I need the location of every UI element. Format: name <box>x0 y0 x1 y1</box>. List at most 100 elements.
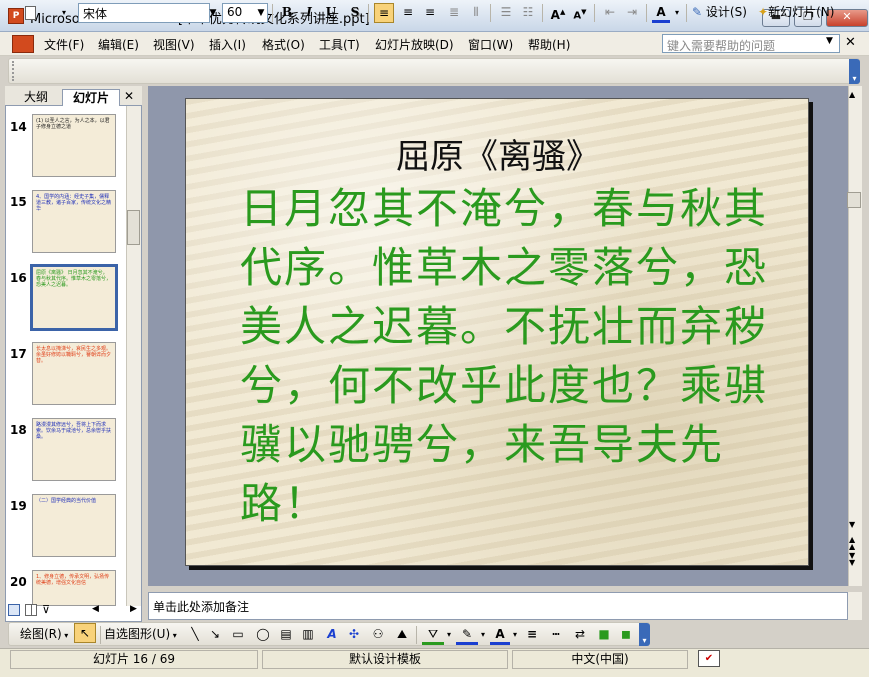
dash-style-icon[interactable]: ┅ <box>546 625 566 645</box>
diagram-icon[interactable]: ✣ <box>344 625 364 645</box>
select-objects-icon[interactable]: ↖ <box>74 623 96 643</box>
spelling-check-icon[interactable]: ✔ <box>698 650 720 667</box>
slide-scrollbar[interactable] <box>848 86 862 586</box>
autoshapes-button[interactable]: 自选图形(U) ▾ <box>104 625 184 645</box>
fill-color-icon[interactable]: ⛛ <box>422 625 444 645</box>
toolbar-overflow-icon[interactable]: ▾ <box>849 59 860 84</box>
document-icon[interactable] <box>12 35 34 53</box>
menu-file[interactable]: 文件(F) <box>44 36 84 53</box>
tab-slides[interactable]: 幻灯片 <box>62 89 120 106</box>
menu-slideshow[interactable]: 幻灯片放映(D) <box>375 36 454 53</box>
bulleted-list-icon[interactable]: ☷ <box>518 3 538 23</box>
toolbar-options-icon[interactable]: ▾ <box>58 3 70 23</box>
increase-font-icon[interactable]: A▲ <box>548 3 568 23</box>
current-slide[interactable]: 屈原《离骚》 日月忽其不淹兮，春与秋其代序。惟草木之零落兮，恐美人之迟暮。不抚壮… <box>185 98 809 566</box>
notes-scrollbar[interactable] <box>848 592 862 620</box>
numbered-list-icon[interactable]: ☰ <box>496 3 516 23</box>
vertical-textbox-icon[interactable]: ▥ <box>298 625 318 645</box>
draw-menu-button[interactable]: 绘图(R) ▾ <box>20 625 74 645</box>
scroll-left-icon[interactable]: ◀ <box>92 604 99 614</box>
distribute-icon[interactable]: ⦀ <box>466 3 486 23</box>
line-color-icon[interactable]: ✎ <box>456 625 478 645</box>
draw-font-color-dropdown-icon[interactable]: ▾ <box>510 625 520 645</box>
slide-sorter-view-icon[interactable] <box>25 604 37 616</box>
toolbar-separator <box>594 4 595 22</box>
align-right-icon[interactable]: ≡ <box>420 3 440 23</box>
wordart-icon[interactable]: A <box>322 625 342 645</box>
pane-close-button[interactable]: ✕ <box>124 89 134 103</box>
slide-body-text[interactable]: 日月忽其不淹兮，春与秋其代序。惟草木之零落兮，恐美人之迟暮。不抚壮而弃秽兮，何不… <box>240 179 780 533</box>
arrow-style-icon[interactable]: ⇄ <box>570 625 590 645</box>
line-tool-icon[interactable]: ╲ <box>186 625 204 645</box>
slide-thumbnail[interactable]: 路漫漫其修远兮，吾将上下而求索。饮余马于咸池兮，总余辔乎扶桑。 <box>32 418 116 481</box>
slide-thumbnail[interactable]: 长太息以掩涕兮，哀民生之多艰。余虽好修姱以鞿羁兮，謇朝谇而夕替。 <box>32 342 116 405</box>
clipart-icon[interactable]: ⚇ <box>368 625 388 645</box>
slide-number: 19 <box>10 499 27 513</box>
next-slide-icon[interactable]: ▼ ▼ <box>849 552 855 567</box>
slide-thumbnail[interactable]: (1) 以圣人之言，为人之本，以君子修身立德之道 <box>32 114 116 177</box>
slides-pane-scroll-thumb[interactable] <box>127 210 140 245</box>
previous-slide-icon[interactable]: ▲ ▲ <box>849 536 855 551</box>
slide-thumbnail-selected[interactable]: 屈原《离骚》 日月忽其不淹兮，春与秋其代序。惟草木之零落兮，恐美人之迟暮。 <box>30 264 118 331</box>
new-document-icon[interactable] <box>20 3 40 23</box>
rectangle-tool-icon[interactable]: ▭ <box>228 625 248 645</box>
font-name-select[interactable]: 宋体 <box>78 3 210 23</box>
menu-insert[interactable]: 插入(I) <box>209 36 246 53</box>
scroll-up-icon[interactable]: ▲ <box>849 90 855 99</box>
design-button[interactable]: ✎ 设计(S) <box>692 3 754 23</box>
font-size-dropdown-icon[interactable]: ▼ <box>254 5 268 21</box>
shadow-button[interactable]: S <box>346 3 364 23</box>
toolbar-separator <box>490 4 491 22</box>
design-template-name[interactable]: 默认设计模板 <box>262 650 508 669</box>
menu-format[interactable]: 格式(O) <box>262 36 305 53</box>
toolbar-separator <box>100 626 101 644</box>
menu-help[interactable]: 帮助(H) <box>528 36 570 53</box>
slide-thumbnail[interactable]: 1、修身立德，传承文明，弘扬传统美德，增强文化自信 <box>32 570 116 606</box>
underline-button[interactable]: U <box>322 3 340 23</box>
increase-indent-icon[interactable]: ⇥ <box>622 3 642 23</box>
slides-pane-scrollbar[interactable] <box>126 106 141 606</box>
italic-button[interactable]: I <box>300 3 318 23</box>
line-color-dropdown-icon[interactable]: ▾ <box>478 625 488 645</box>
draw-font-color-icon[interactable]: A <box>490 625 510 645</box>
normal-view-icon[interactable] <box>8 604 20 616</box>
menu-view[interactable]: 视图(V) <box>153 36 195 53</box>
menu-edit[interactable]: 编辑(E) <box>98 36 139 53</box>
arrow-tool-icon[interactable]: ↘ <box>206 625 224 645</box>
new-slide-button[interactable]: ✦新幻灯片(N) <box>758 3 846 23</box>
bold-button[interactable]: B <box>278 3 296 23</box>
draw-dropdown-icon: ▾ <box>61 631 69 640</box>
slideshow-view-icon[interactable]: ⊽ <box>42 604 54 616</box>
font-color-icon[interactable]: A <box>652 3 670 23</box>
slide-scroll-thumb[interactable] <box>847 192 861 208</box>
shadow-style-icon[interactable]: ■ <box>594 625 614 645</box>
textbox-tool-icon[interactable]: ▤ <box>276 625 296 645</box>
fill-color-dropdown-icon[interactable]: ▾ <box>444 625 454 645</box>
tab-outline[interactable]: 大纲 <box>12 89 60 106</box>
help-search-input[interactable]: 键入需要帮助的问题 <box>662 34 840 53</box>
oval-tool-icon[interactable]: ◯ <box>252 625 274 645</box>
slide-thumbnail[interactable]: （二）国学经典的当代价值 <box>32 494 116 557</box>
document-close-button[interactable]: ✕ <box>845 35 856 50</box>
scroll-down-icon[interactable]: ▼ <box>849 520 855 529</box>
3d-style-icon[interactable]: ◼ <box>616 625 636 645</box>
scroll-right-icon[interactable]: ▶ <box>130 604 137 614</box>
menu-window[interactable]: 窗口(W) <box>468 36 513 53</box>
menu-tools[interactable]: 工具(T) <box>319 36 360 53</box>
picture-icon[interactable]: ⛰ <box>392 625 412 645</box>
font-name-dropdown-icon[interactable]: ▼ <box>206 5 220 21</box>
align-left-icon[interactable]: ≡ <box>374 3 394 23</box>
draw-toolbar-overflow-icon[interactable]: ▾ <box>639 623 650 646</box>
decrease-indent-icon[interactable]: ⇤ <box>600 3 620 23</box>
notes-field[interactable]: 单击此处添加备注 <box>148 592 848 620</box>
decrease-font-icon[interactable]: A▼ <box>570 3 590 23</box>
slide-thumbnail[interactable]: 4、国学的内涵：经史子集，儒释道三教，诸子百家，传统文化之精华 <box>32 190 116 253</box>
slide-title[interactable]: 屈原《离骚》 <box>186 129 808 178</box>
justify-icon[interactable]: ≣ <box>444 3 464 23</box>
design-icon: ✎ <box>692 5 703 19</box>
toolbar-grip-icon[interactable] <box>12 61 15 81</box>
line-style-icon[interactable]: ≡ <box>522 625 542 645</box>
help-dropdown-icon[interactable]: ▼ <box>826 36 833 46</box>
font-color-dropdown-icon[interactable]: ▾ <box>672 3 682 23</box>
align-center-icon[interactable]: ≡ <box>398 3 418 23</box>
